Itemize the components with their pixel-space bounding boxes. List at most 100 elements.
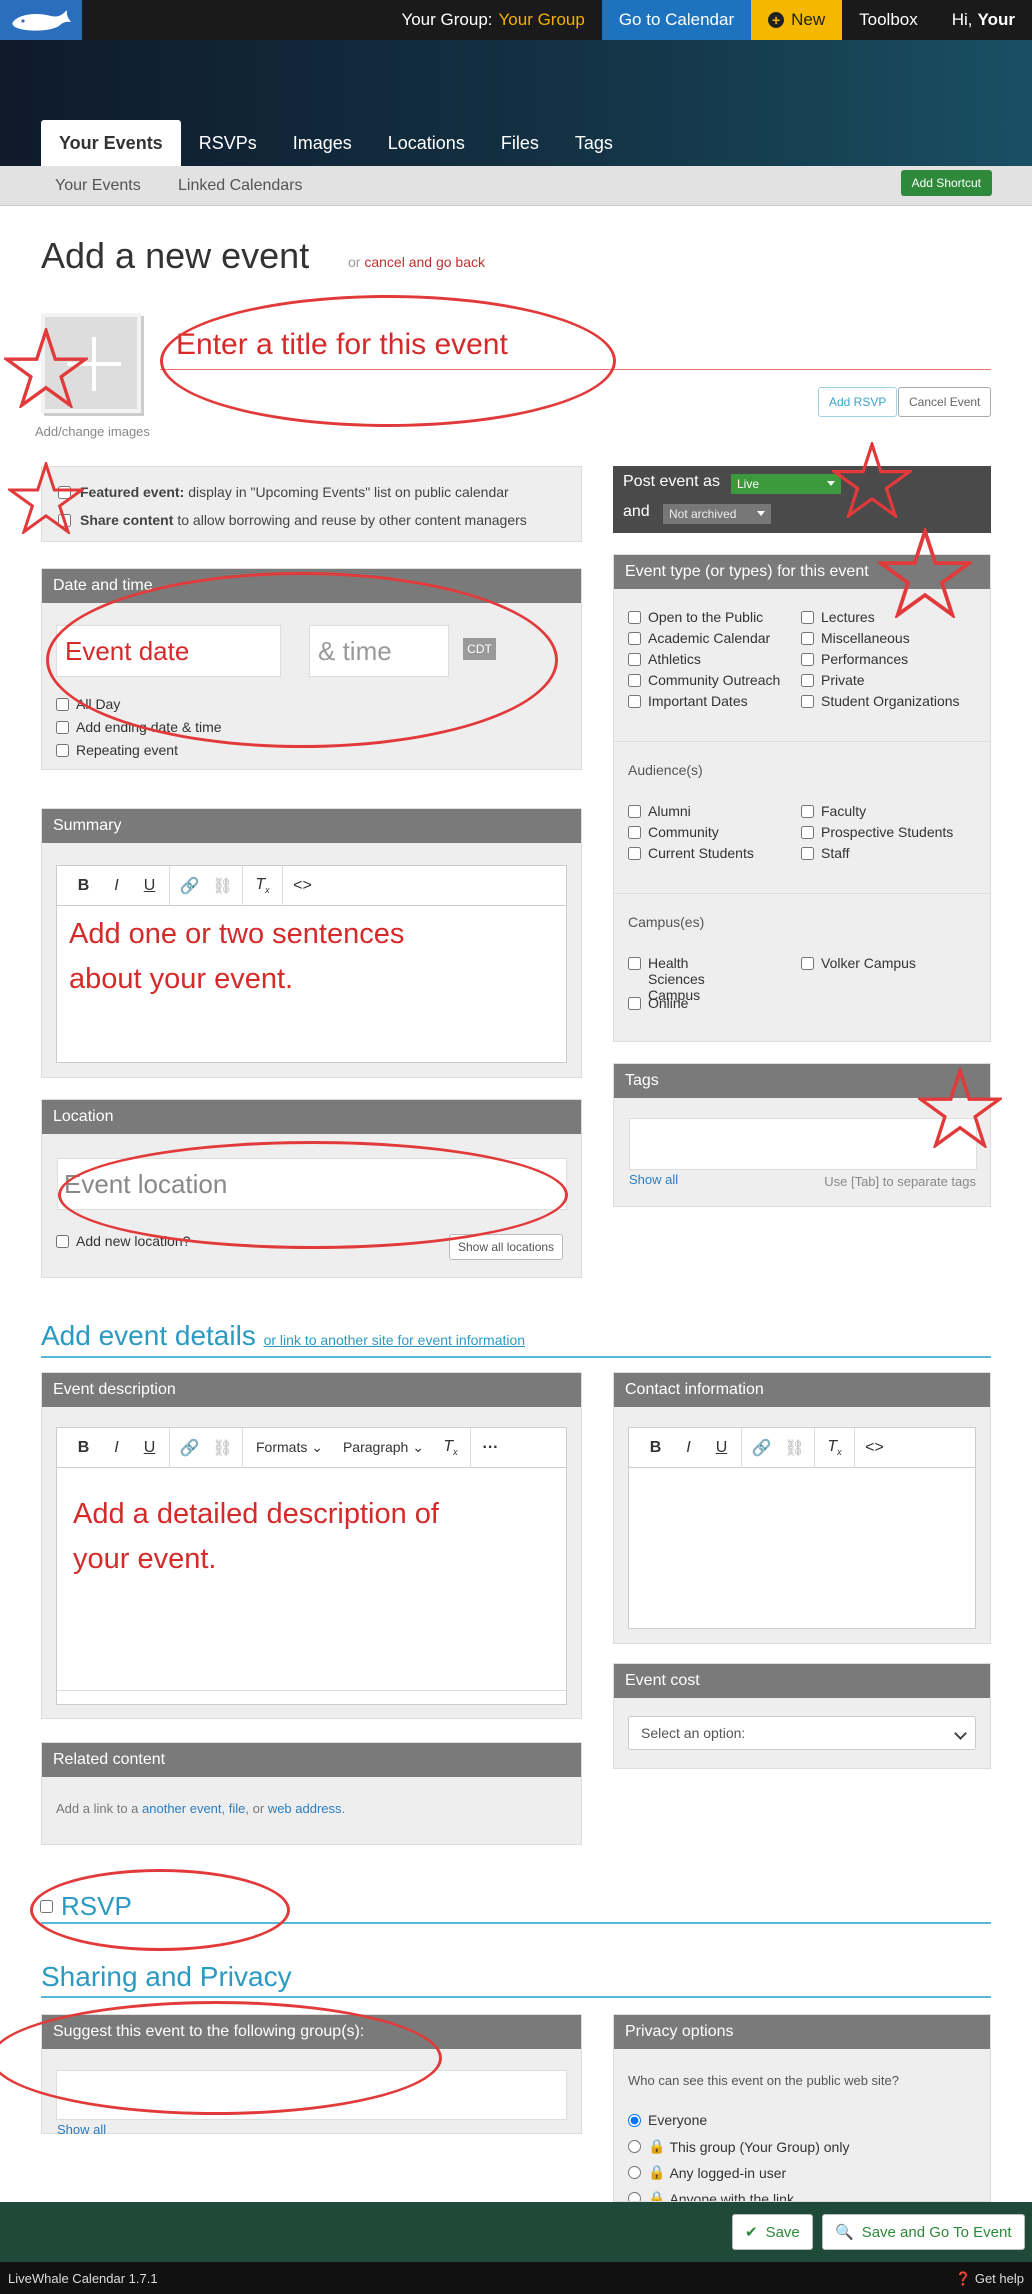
campus-item[interactable]: Volker Campus [801, 955, 916, 976]
unlink-icon[interactable]: ⛓ [206, 1438, 239, 1458]
status-select[interactable]: Live [731, 474, 841, 494]
source-code-icon[interactable]: <> [286, 877, 319, 895]
summary-editor[interactable]: B I U 🔗 ⛓ Tx <> Add one or two sentences… [56, 865, 567, 1063]
add-rsvp-button[interactable]: Add RSVP [818, 387, 898, 417]
category-item[interactable]: Student Organizations [801, 693, 960, 714]
link-icon[interactable]: 🔗 [173, 876, 206, 896]
category-item[interactable]: Private [801, 672, 960, 693]
event-date-input[interactable]: Event date [56, 625, 281, 677]
footer: LiveWhale Calendar 1.7.1 ❓ Get help [0, 2262, 1032, 2294]
cost-select[interactable]: Select an option: [628, 1716, 976, 1750]
category-item[interactable]: Miscellaneous [801, 630, 960, 651]
italic-icon[interactable]: I [100, 877, 133, 895]
audience-item[interactable]: Alumni [628, 803, 754, 824]
tab-tags[interactable]: Tags [557, 120, 631, 166]
bold-icon[interactable]: B [639, 1439, 672, 1457]
bold-icon[interactable]: B [67, 1439, 100, 1457]
privacy-option-logged-in[interactable]: 🔒 Any logged-in user [628, 2164, 786, 2181]
link-web-address[interactable]: web address [268, 1801, 342, 1816]
new-button[interactable]: + New [751, 0, 843, 40]
link-another-event[interactable]: another event [142, 1801, 222, 1816]
tab-files[interactable]: Files [483, 120, 557, 166]
category-item[interactable]: Open to the Public [628, 609, 780, 630]
event-time-input[interactable]: & time [309, 625, 449, 677]
add-shortcut-button[interactable]: Add Shortcut [900, 170, 992, 196]
editor-toolbar: B I U 🔗 ⛓ Formats ⌄ Paragraph ⌄ Tx ··· [57, 1427, 566, 1468]
toolbox-menu[interactable]: Toolbox [842, 0, 935, 40]
category-item[interactable]: Performances [801, 651, 960, 672]
tab-your-events[interactable]: Your Events [41, 120, 181, 166]
repeating-checkbox[interactable] [56, 743, 69, 757]
tags-show-all-link[interactable]: Show all [629, 1172, 678, 1187]
link-another-site[interactable]: or link to another site for event inform… [264, 1332, 525, 1348]
source-code-icon[interactable]: <> [858, 1439, 891, 1457]
timezone-badge[interactable]: CDT [463, 638, 496, 660]
suggest-groups-input[interactable] [56, 2070, 567, 2120]
underline-icon[interactable]: U [133, 877, 166, 895]
save-button[interactable]: ✔ Save [732, 2214, 813, 2250]
underline-icon[interactable]: U [705, 1439, 738, 1457]
save-and-go-button[interactable]: 🔍 Save and Go To Event [822, 2214, 1025, 2250]
tags-heading: Tags [614, 1064, 990, 1098]
location-input[interactable]: Event location [57, 1158, 567, 1210]
contact-editor[interactable]: B I U 🔗 ⛓ Tx <> [628, 1427, 976, 1629]
underline-icon[interactable]: U [133, 1439, 166, 1457]
italic-icon[interactable]: I [672, 1439, 705, 1457]
link-icon[interactable]: 🔗 [745, 1438, 778, 1458]
add-image-button[interactable] [41, 313, 141, 413]
livewhale-logo[interactable] [0, 0, 82, 40]
cancel-and-go-back-link[interactable]: cancel and go back [364, 254, 485, 270]
bold-icon[interactable]: B [67, 877, 100, 895]
audience-item[interactable]: Current Students [628, 845, 754, 866]
formats-dropdown[interactable]: Formats ⌄ [246, 1439, 333, 1456]
add-location-checkbox[interactable] [56, 1234, 69, 1248]
italic-icon[interactable]: I [100, 1439, 133, 1457]
link-file[interactable]: file [229, 1801, 246, 1816]
cancel-event-button[interactable]: Cancel Event [898, 387, 992, 417]
category-item[interactable]: Athletics [628, 651, 780, 672]
group-switcher[interactable]: Your Group [499, 0, 602, 40]
unlink-icon[interactable]: ⛓ [778, 1438, 811, 1458]
audience-item[interactable]: Faculty [801, 803, 953, 824]
suggest-show-all-link[interactable]: Show all [57, 2122, 106, 2137]
audience-item[interactable]: Staff [801, 845, 953, 866]
unlink-icon[interactable]: ⛓ [206, 876, 239, 896]
and-label: and [623, 503, 650, 520]
tab-rsvps[interactable]: RSVPs [181, 120, 275, 166]
privacy-option-everyone[interactable]: Everyone [628, 2112, 707, 2128]
privacy-option-link[interactable]: 🔒 Anyone with the link [628, 2190, 794, 2201]
campus-col-1: Health Sciences Campus Online [628, 955, 748, 1016]
tab-images[interactable]: Images [275, 120, 370, 166]
featured-event-checkbox[interactable] [58, 485, 71, 499]
clear-format-icon[interactable]: Tx [818, 1438, 851, 1457]
tags-input[interactable] [629, 1118, 977, 1170]
more-icon[interactable]: ··· [474, 1439, 507, 1457]
summary-placeholder-line-2: about your event. [69, 963, 294, 995]
end-date-checkbox[interactable] [56, 720, 69, 734]
rsvp-checkbox[interactable] [40, 1900, 53, 1913]
show-all-locations-button[interactable]: Show all locations [449, 1234, 564, 1260]
event-title-input[interactable] [160, 320, 991, 370]
audience-item[interactable]: Prospective Students [801, 824, 953, 845]
go-to-calendar-button[interactable]: Go to Calendar [601, 0, 752, 40]
category-item[interactable]: Lectures [801, 609, 960, 630]
share-content-checkbox[interactable] [58, 513, 71, 527]
description-editor[interactable]: B I U 🔗 ⛓ Formats ⌄ Paragraph ⌄ Tx ··· A… [56, 1427, 567, 1705]
privacy-option-group[interactable]: 🔒 This group (Your Group) only [628, 2138, 849, 2155]
campus-item[interactable]: Health Sciences Campus [628, 955, 748, 1003]
category-item[interactable]: Academic Calendar [628, 630, 780, 651]
clear-format-icon[interactable]: Tx [434, 1438, 467, 1457]
clear-format-icon[interactable]: Tx [246, 876, 279, 895]
tab-locations[interactable]: Locations [370, 120, 483, 166]
audience-item[interactable]: Community [628, 824, 754, 845]
subnav-linked-calendars[interactable]: Linked Calendars [178, 177, 303, 195]
all-day-checkbox[interactable] [56, 697, 69, 711]
get-help-link[interactable]: ❓ Get help [955, 2271, 1024, 2287]
subnav-your-events[interactable]: Your Events [55, 177, 141, 195]
category-item[interactable]: Important Dates [628, 693, 780, 714]
archive-select[interactable]: Not archived [663, 504, 771, 524]
paragraph-dropdown[interactable]: Paragraph ⌄ [333, 1439, 434, 1456]
category-item[interactable]: Community Outreach [628, 672, 780, 693]
user-menu[interactable]: Hi, Your [935, 0, 1032, 40]
link-icon[interactable]: 🔗 [173, 1438, 206, 1458]
